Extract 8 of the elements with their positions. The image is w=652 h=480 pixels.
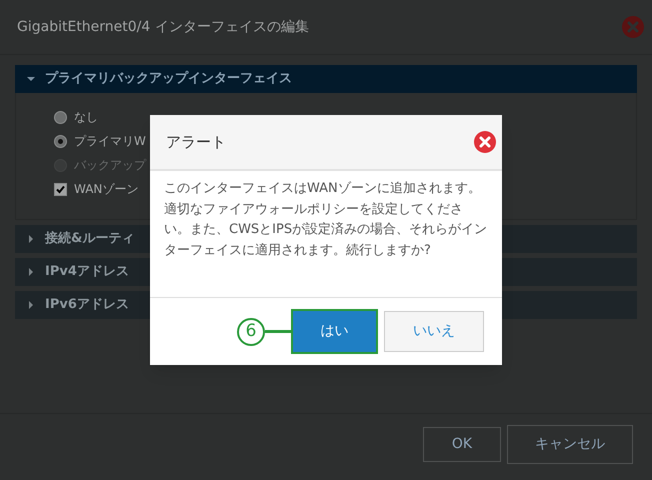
alert-message: このインターフェイスはWANゾーンに追加されます。適切なファイアウォールポリシーを設定してください。また、CWSとIPSが設定済みの場合、それらがインターフェイスに適用されます。続行しますか?	[164, 180, 488, 260]
option-label: プライマリW	[74, 133, 146, 150]
option-label: バックアップ	[74, 157, 146, 174]
option-label: WANゾーン	[74, 181, 138, 198]
window-title: GigabitEthernet0/4 インターフェイスの編集	[17, 18, 309, 36]
step-callout: 6	[237, 318, 265, 346]
alert-title: アラート	[166, 132, 226, 153]
option-label: なし	[74, 109, 98, 126]
